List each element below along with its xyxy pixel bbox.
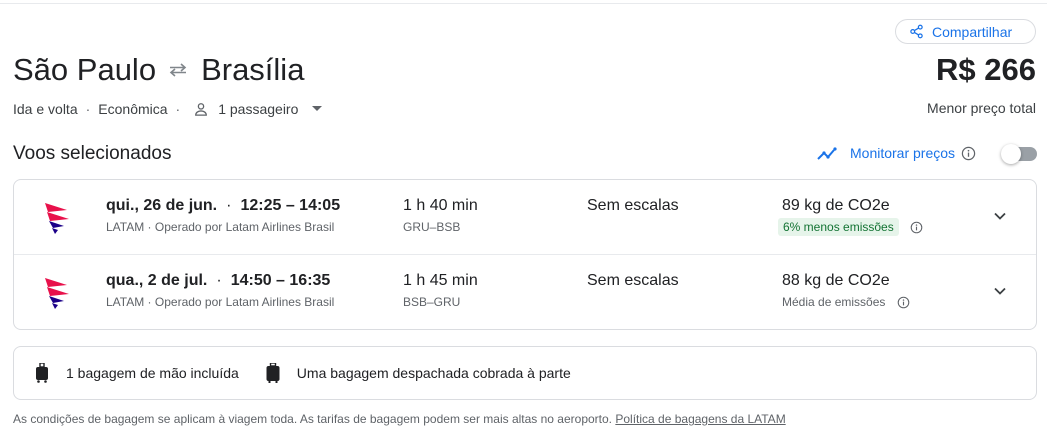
flight-row-outbound[interactable]: qui., 26 de jun. · 12:25 – 14:05 LATAM · O… bbox=[14, 180, 1036, 255]
emissions-badge: 6% menos emissões bbox=[778, 218, 899, 236]
total-price: R$ 266 bbox=[936, 52, 1036, 87]
flight-stops: Sem escalas bbox=[587, 272, 679, 289]
chevron-down-icon[interactable] bbox=[992, 283, 1008, 299]
share-label: Compartilhar bbox=[932, 23, 1013, 40]
checked-bag-icon bbox=[266, 363, 280, 383]
share-icon bbox=[909, 24, 924, 39]
share-button[interactable]: Compartilhar bbox=[895, 19, 1036, 44]
passenger-count[interactable]: 1 passageiro bbox=[218, 101, 298, 117]
footnote-text: As condições de bagagem se aplicam à via… bbox=[13, 412, 613, 426]
flight-carrier: LATAM · Operado por Latam Airlines Brasi… bbox=[106, 220, 335, 234]
flight-date: qua., 2 de jul. bbox=[106, 272, 208, 289]
caret-down-icon[interactable] bbox=[312, 106, 323, 112]
flight-route: BSB–GRU bbox=[403, 295, 461, 309]
carry-on-bag-icon bbox=[36, 363, 48, 383]
trip-title: São Paulo Brasília bbox=[13, 50, 304, 90]
section-title: Voos selecionados bbox=[13, 143, 172, 164]
flight-row-return[interactable]: qua., 2 de jul. · 14:50 – 16:35 LATAM · Op… bbox=[14, 255, 1036, 330]
emissions-label: Média de emissões bbox=[782, 295, 886, 309]
monitor-label: Monitorar preços bbox=[850, 145, 956, 161]
trip-type: Ida e volta bbox=[13, 101, 78, 117]
destination-city: Brasília bbox=[201, 52, 305, 87]
latam-logo-icon bbox=[45, 278, 69, 309]
checked-bag-label: Uma bagagem despachada cobrada à parte bbox=[296, 365, 571, 381]
carry-on-label: 1 bagagem de mão incluída bbox=[66, 365, 239, 381]
checked-bag: Uma bagagem despachada cobrada à parte bbox=[266, 363, 571, 383]
info-icon[interactable] bbox=[910, 221, 923, 234]
baggage-info: 1 bagagem de mão incluída Uma bagagem de… bbox=[13, 346, 1037, 400]
flight-co2: 88 kg de CO2e bbox=[782, 272, 890, 289]
trend-icon bbox=[817, 146, 839, 160]
chevron-down-icon[interactable] bbox=[992, 208, 1008, 224]
origin-city: São Paulo bbox=[13, 52, 157, 87]
flight-datetime: qua., 2 de jul. · 14:50 – 16:35 bbox=[106, 272, 331, 289]
flight-date: qui., 26 de jun. bbox=[106, 197, 218, 214]
baggage-policy-link[interactable]: Política de bagagens da LATAM bbox=[615, 412, 785, 426]
trip-details: Ida e volta · Econômica · 1 passageiro bbox=[13, 100, 323, 118]
cabin-class: Econômica bbox=[98, 101, 168, 117]
flight-co2: 89 kg de CO2e bbox=[782, 197, 890, 214]
latam-logo-icon bbox=[45, 203, 69, 234]
baggage-footnote: As condições de bagagem se aplicam à via… bbox=[13, 412, 786, 426]
flight-duration: 1 h 45 min bbox=[403, 272, 478, 289]
flight-duration: 1 h 40 min bbox=[403, 197, 478, 214]
top-divider bbox=[0, 3, 1047, 4]
flight-route: GRU–BSB bbox=[403, 220, 461, 234]
flight-times: 12:25 – 14:05 bbox=[240, 197, 341, 214]
flight-carrier: LATAM · Operado por Latam Airlines Brasi… bbox=[106, 295, 335, 309]
swap-arrows-icon bbox=[168, 63, 188, 77]
flight-datetime: qui., 26 de jun. · 12:25 – 14:05 bbox=[106, 197, 341, 214]
carry-on-bag: 1 bagagem de mão incluída bbox=[35, 363, 239, 383]
flight-times: 14:50 – 16:35 bbox=[230, 272, 331, 289]
person-icon bbox=[194, 102, 208, 116]
monitor-toggle[interactable] bbox=[1001, 144, 1037, 164]
price-caption: Menor preço total bbox=[927, 100, 1036, 116]
info-icon[interactable] bbox=[897, 296, 910, 309]
selected-flights: qui., 26 de jun. · 12:25 – 14:05 LATAM · O… bbox=[13, 179, 1037, 330]
monitor-prices[interactable]: Monitorar preços bbox=[817, 145, 976, 161]
info-icon[interactable] bbox=[961, 146, 976, 161]
flight-stops: Sem escalas bbox=[587, 197, 679, 214]
